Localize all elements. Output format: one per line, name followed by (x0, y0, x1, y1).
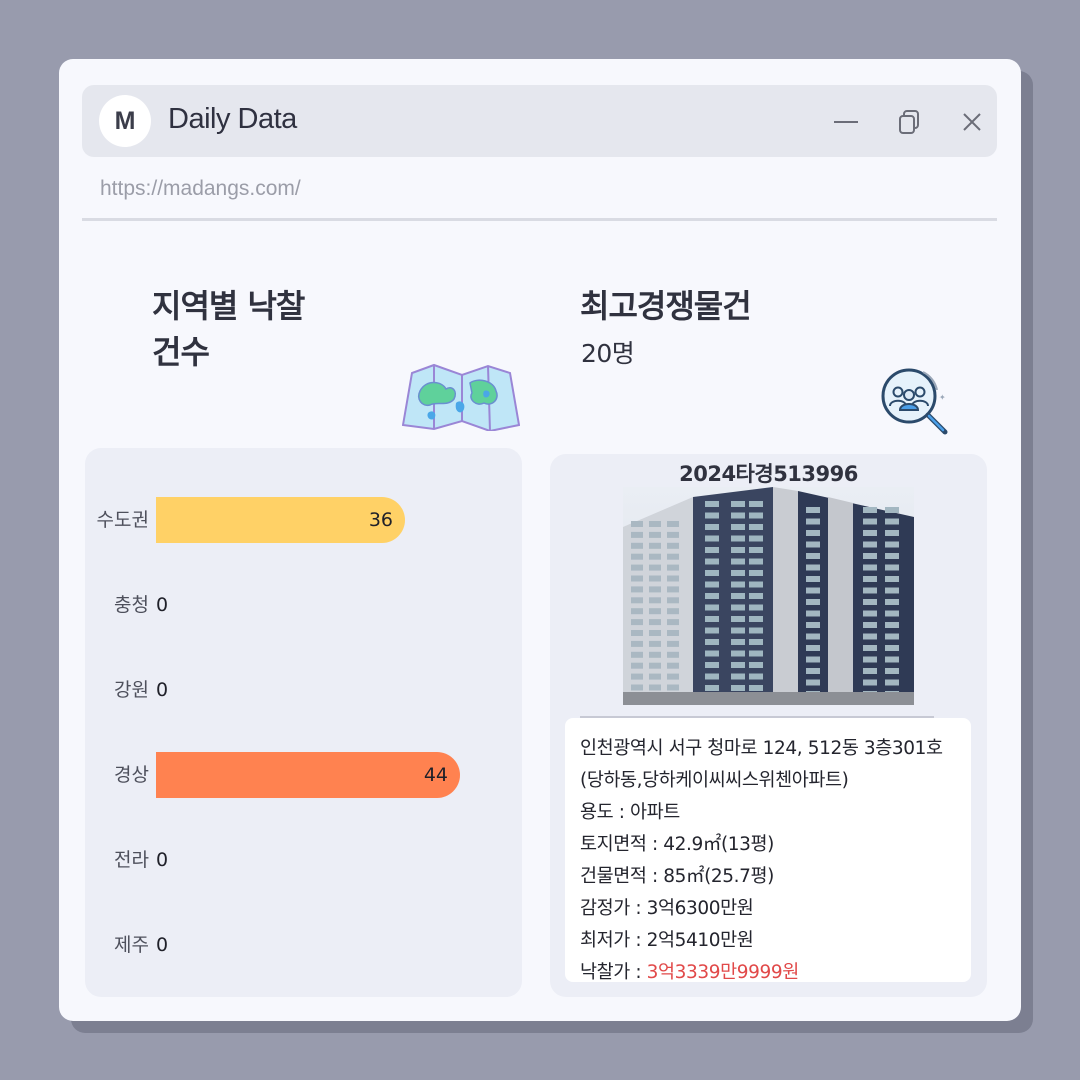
bar-row: 수도권 36 (85, 497, 522, 543)
bar-label: 충청 (114, 594, 149, 616)
people-search-icon: ✦ (881, 368, 948, 435)
bar-value: 0 (156, 849, 169, 871)
bar-row: 제주 0 (85, 922, 522, 968)
region-title-line2: 건수 (152, 333, 210, 371)
bar-row: 경상 44 (85, 752, 522, 798)
restore-button[interactable] (897, 109, 923, 135)
property-info-card: 인천광역시 서구 청마로 124, 512동 3층301호 (당하동,당하케이씨… (565, 718, 971, 984)
top-competition-count: 20명 (581, 339, 635, 368)
property-panel: 2024타경513996 인천광역시 서구 청마로 124, 512동 3층30… (550, 454, 987, 997)
title-bar: M Daily Data (82, 85, 997, 157)
bar-label: 전라 (114, 849, 149, 871)
svg-text:✦: ✦ (939, 393, 946, 402)
bar-row: 강원 0 (85, 667, 522, 713)
appraisal-price: 감정가 : 3억6300만원 (580, 898, 754, 919)
close-button[interactable] (959, 109, 985, 135)
bar-label: 제주 (114, 934, 149, 956)
minimize-icon (834, 121, 858, 123)
folded-map-icon (402, 363, 520, 431)
property-photo[interactable] (623, 487, 914, 705)
land-area: 토지면적 : 42.9㎡(13평) (580, 834, 774, 855)
winning-bid-price: 3억3339만9999원 (646, 962, 800, 983)
bar-value: 36 (368, 509, 393, 531)
apartment-photo-image (623, 487, 914, 705)
building-area: 건물면적 : 85㎡(25.7평) (580, 866, 774, 887)
winning-bid-label: 낙찰가 : (580, 962, 647, 983)
bar-value: 0 (156, 679, 169, 701)
app-window: M Daily Data https://madangs.com/ 지역별 낙찰… (59, 59, 1021, 1021)
restore-icon (899, 110, 919, 134)
region-title: 지역별 낙찰 건수 (152, 283, 305, 375)
bar-value: 0 (156, 934, 169, 956)
winning-bid-row: 낙찰가 : 3억3339만9999원 (580, 958, 799, 984)
bar-label: 강원 (114, 679, 149, 701)
region-title-line1: 지역별 낙찰 (152, 287, 305, 325)
bar-value: 0 (156, 594, 169, 616)
bar-label: 경상 (114, 764, 149, 786)
case-number[interactable]: 2024타경513996 (550, 458, 987, 488)
bar-value: 44 (423, 764, 448, 786)
address-line2: (당하동,당하케이씨씨스위첸아파트) (580, 770, 849, 791)
bar-label: 수도권 (96, 509, 149, 531)
close-icon (963, 113, 981, 131)
region-bar-panel: 수도권 36 충청 0 강원 0 경상 44 전라 0 제주 0 (85, 448, 522, 997)
address-line1: 인천광역시 서구 청마로 124, 512동 3층301호 (580, 738, 943, 759)
usage: 용도 : 아파트 (580, 802, 680, 823)
app-logo: M (99, 95, 151, 147)
top-competition-title: 최고경쟁물건 (580, 287, 752, 325)
minimize-button[interactable] (833, 109, 859, 135)
address-divider (82, 218, 997, 221)
address-bar[interactable]: https://madangs.com/ (100, 177, 301, 201)
bar-row: 충청 0 (85, 582, 522, 628)
bar-row: 전라 0 (85, 837, 522, 883)
minimum-price: 최저가 : 2억5410만원 (580, 930, 754, 951)
app-title: Daily Data (168, 103, 297, 135)
